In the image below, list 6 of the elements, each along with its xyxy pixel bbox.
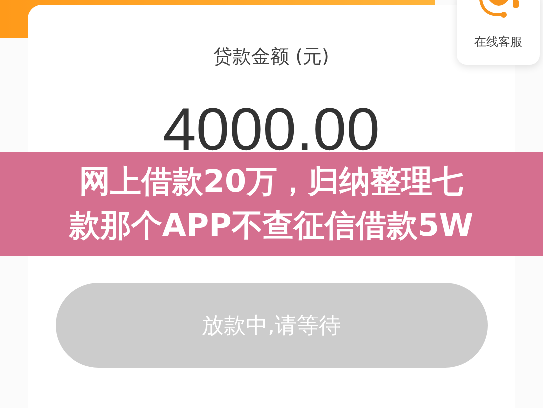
- loan-amount: 4000.00: [163, 97, 380, 163]
- caption-line: 款那个APP不查征信借款5W: [69, 207, 474, 246]
- customer-service-button[interactable]: 在线客服: [457, 0, 540, 65]
- headset-icon: [476, 0, 520, 20]
- caption-line: 网上借款20万，归纳整理七: [79, 163, 464, 202]
- loan-amount-label: 贷款金额 (元): [214, 45, 330, 69]
